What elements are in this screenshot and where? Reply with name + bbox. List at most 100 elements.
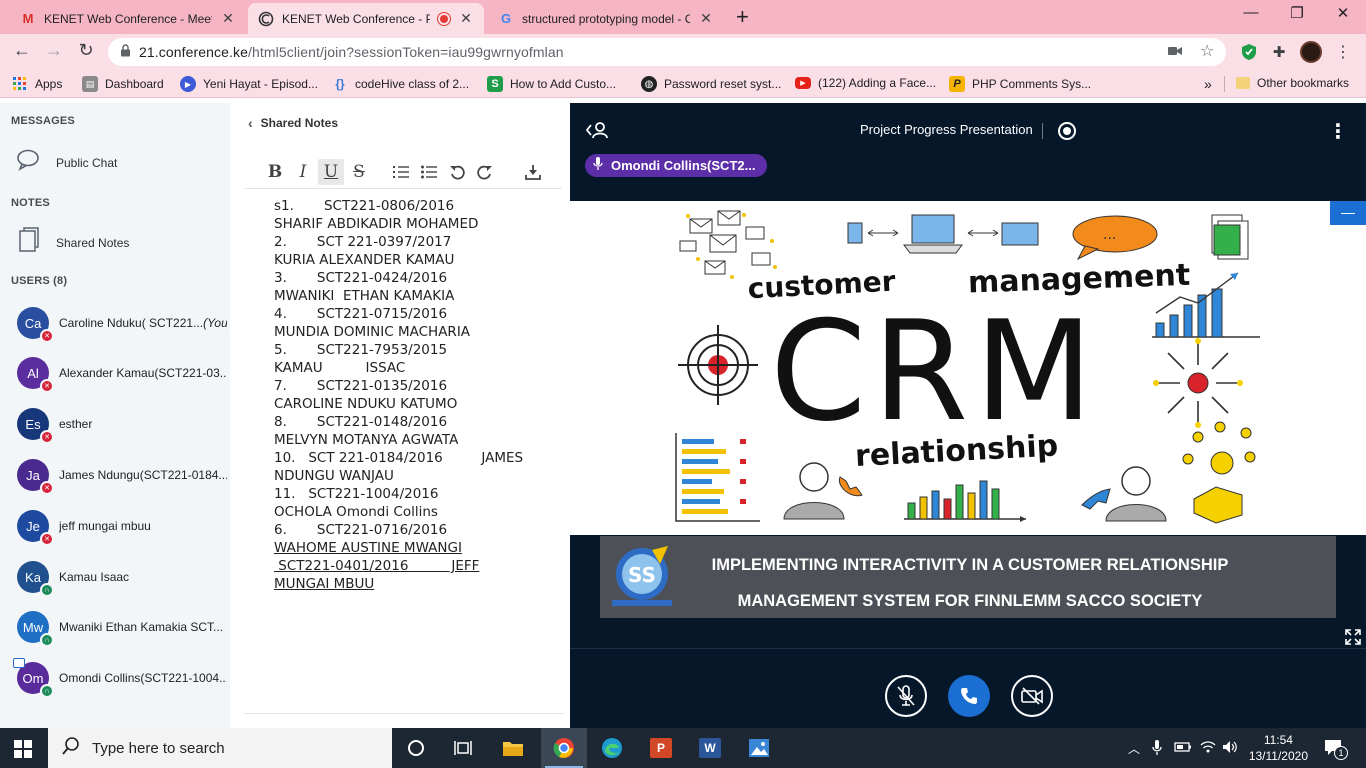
muted-mic-icon: ✕ — [40, 532, 54, 546]
notes-formatting-toolbar: B I U S — [244, 155, 562, 189]
windows-start-icon[interactable] — [14, 740, 32, 761]
italic-button[interactable]: I — [290, 159, 316, 185]
notes-editor[interactable]: s1. SCT221-0806/2016 SHARIF ABDIKADIR MO… — [274, 197, 554, 593]
bookmark-star-icon[interactable]: ☆ — [1200, 41, 1214, 61]
camera-in-use-icon[interactable] — [1168, 43, 1182, 59]
browser-menu-icon[interactable]: ⋮ — [1332, 41, 1354, 63]
new-tab-button[interactable]: + — [736, 4, 749, 30]
extensions-puzzle-icon[interactable]: ✚ — [1268, 41, 1290, 63]
profile-avatar-icon[interactable] — [1300, 41, 1322, 63]
user-row[interactable]: Mw ∩ Mwaniki Ethan Kamakia SCT... — [17, 610, 227, 647]
recording-icon — [438, 12, 450, 25]
bookmark-yeni-hayat[interactable]: ▶ Yeni Hayat - Episod... — [180, 76, 318, 92]
clock-time: 11:54 — [1263, 733, 1293, 747]
back-arrow-icon[interactable]: ← — [10, 40, 34, 61]
close-window-button[interactable]: ✕ — [1320, 4, 1366, 22]
system-clock[interactable]: 11:54 13/11/2020 — [1249, 732, 1308, 764]
user-row[interactable]: Ja ✕ James Ndungu(SCT221-0184... — [17, 458, 227, 495]
close-tab-icon[interactable]: ✕ — [220, 10, 236, 27]
ordered-list-icon[interactable] — [388, 159, 414, 185]
other-bookmarks[interactable]: Other bookmarks — [1236, 76, 1349, 90]
windows-taskbar: Type here to search P W ︿ 11:54 13/11/20… — [0, 728, 1366, 768]
note-line: MELVYN MOTANYA AGWATA — [274, 432, 459, 448]
note-line: 11. SCT221-1004/2016 — [274, 486, 439, 502]
shared-notes-item[interactable]: Shared Notes — [16, 227, 129, 259]
bookmark-dashboard[interactable]: ▤ Dashboard — [82, 76, 164, 92]
options-menu-icon[interactable]: ⋮ — [1328, 119, 1348, 144]
minimize-window-button[interactable]: — — [1228, 4, 1274, 21]
chat-bubble-icon — [16, 149, 42, 177]
redo-icon[interactable] — [472, 159, 498, 185]
cortana-icon[interactable] — [393, 728, 439, 768]
shared-notes-panel: ‹ Shared Notes B I U S s1. SCT221-0806/2… — [230, 103, 570, 728]
reload-icon[interactable]: ↻ — [74, 40, 98, 61]
battery-icon[interactable] — [1174, 740, 1192, 756]
bullet-list-icon[interactable] — [416, 159, 442, 185]
word-icon[interactable]: W — [687, 728, 733, 768]
public-chat-item[interactable]: Public Chat — [16, 149, 117, 177]
download-icon[interactable] — [520, 159, 546, 185]
minimize-presentation-button[interactable]: — — [1330, 201, 1366, 225]
note-line: MUNDIA DOMINIC MACHARIA — [274, 324, 471, 340]
fullscreen-icon[interactable] — [1345, 629, 1361, 648]
underline-button[interactable]: U — [318, 159, 344, 185]
microphone-tray-icon[interactable] — [1152, 740, 1162, 759]
forward-arrow-icon[interactable]: → — [42, 40, 66, 61]
bookmark-how-to-add[interactable]: S How to Add Custo... — [487, 76, 616, 92]
mic-muted-button[interactable] — [885, 675, 927, 717]
notes-footer-divider — [244, 713, 564, 714]
user-list-toggle-icon[interactable] — [585, 121, 609, 142]
avatar: Mw ∩ — [17, 611, 54, 647]
wifi-icon[interactable] — [1200, 740, 1216, 757]
bookmark-label: How to Add Custo... — [510, 77, 617, 91]
chrome-taskbar-icon[interactable] — [541, 728, 587, 768]
note-line: 6. SCT221-0716/2016 — [274, 522, 448, 538]
shield-extension-icon[interactable] — [1238, 41, 1260, 63]
user-row[interactable]: Je ✕ jeff mungai mbuu — [17, 509, 227, 546]
user-row[interactable]: Es ✕ esther — [17, 407, 227, 444]
tab-presentation[interactable]: KENET Web Conference - Pro ✕ — [248, 3, 484, 34]
taskbar-search-box[interactable]: Type here to search — [48, 728, 392, 768]
user-row[interactable]: Al ✕ Alexander Kamau(SCT221-03... — [17, 356, 227, 393]
tab-meeting[interactable]: M KENET Web Conference - Meetin ✕ — [10, 3, 246, 34]
bookmark-password-reset[interactable]: ◍ Password reset syst... — [641, 76, 781, 92]
file-explorer-icon[interactable] — [490, 728, 536, 768]
address-bar[interactable]: 21.conference.ke/html5client/join?sessio… — [108, 38, 1226, 66]
notification-center-icon[interactable]: 1 — [1324, 739, 1348, 760]
close-tab-icon[interactable]: ✕ — [698, 10, 714, 27]
close-tab-icon[interactable]: ✕ — [458, 10, 474, 27]
clock-date: 13/11/2020 — [1248, 749, 1308, 763]
avatar: Ca ✕ — [17, 307, 54, 343]
share-webcam-button[interactable] — [1011, 675, 1053, 717]
other-bookmarks-label: Other bookmarks — [1257, 76, 1350, 90]
photos-icon[interactable] — [736, 728, 782, 768]
user-row[interactable]: Ka ∩ Kamau Isaac — [17, 560, 227, 597]
recording-indicator-icon[interactable] — [1058, 122, 1076, 140]
bookmark-youtube[interactable]: ▶ (122) Adding a Face... — [795, 76, 936, 90]
bookmarks-overflow-button[interactable]: » — [1204, 76, 1212, 92]
avatar: Es ✕ — [17, 408, 54, 444]
bookmark-codehive[interactable]: {} codeHive class of 2... — [332, 76, 469, 92]
edge-icon[interactable] — [589, 728, 635, 768]
volume-icon[interactable] — [1222, 740, 1238, 757]
notes-back-button[interactable]: ‹ Shared Notes — [248, 115, 338, 131]
document-icon — [16, 227, 42, 259]
note-line: OCHOLA Omondi Collins — [274, 504, 438, 520]
avatar: Om ∩ — [13, 658, 54, 698]
strikethrough-button[interactable]: S — [346, 159, 372, 185]
task-view-icon[interactable] — [440, 728, 486, 768]
tab-google-search[interactable]: G structured prototyping model - C ✕ — [488, 3, 724, 34]
bold-button[interactable]: B — [262, 159, 288, 185]
bookmark-apps[interactable]: Apps — [12, 76, 62, 92]
bookmark-php-comments[interactable]: P PHP Comments Sys... — [949, 76, 1091, 92]
restore-window-button[interactable]: ❐ — [1274, 4, 1320, 22]
google-icon: G — [500, 11, 512, 26]
leave-audio-button[interactable] — [948, 675, 990, 717]
undo-icon[interactable] — [444, 159, 470, 185]
powerpoint-icon[interactable]: P — [638, 728, 684, 768]
apps-grid-icon — [12, 76, 28, 92]
show-hidden-icons-icon[interactable]: ︿ — [1128, 740, 1140, 757]
video-icon: ▶ — [180, 76, 196, 92]
user-row[interactable]: Ca ✕ Caroline Nduku( SCT221...(You) — [17, 306, 227, 343]
user-row[interactable]: Om ∩ Omondi Collins(SCT221-1004... — [13, 658, 227, 698]
